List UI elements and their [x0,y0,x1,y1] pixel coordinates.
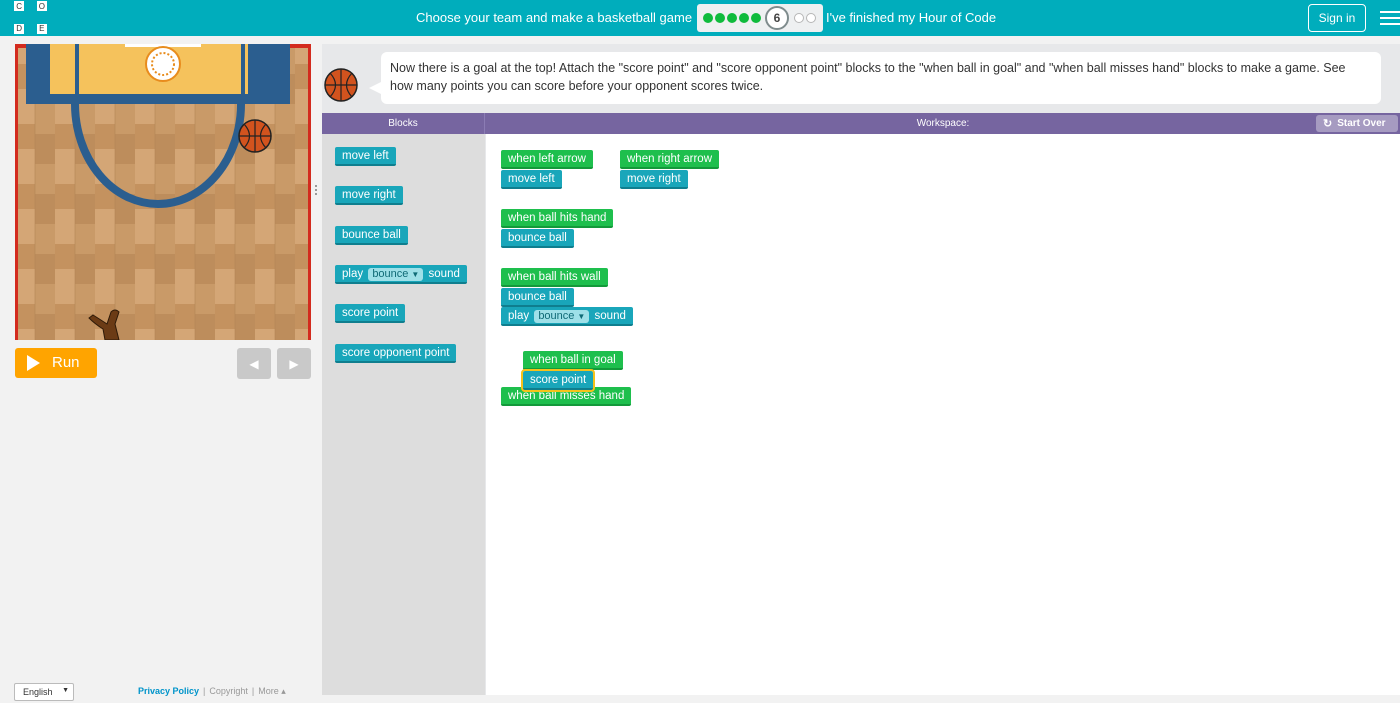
logo-letter-o: O [36,1,47,12]
run-button[interactable]: Run [15,348,97,378]
game-canvas[interactable] [15,44,311,340]
step-back-button[interactable]: ◀ [237,348,271,379]
lesson-title: Choose your team and make a basketball g… [416,10,693,25]
run-label: Run [52,354,80,371]
hamburger-icon[interactable] [1380,11,1400,27]
language-value: English [23,687,53,697]
when-ball-in-goal-block[interactable]: when ball in goal [523,351,623,370]
more-link[interactable]: More ▴ [258,686,286,696]
level-dot-completed[interactable] [751,13,761,23]
toolbox-score-opponent-point-block[interactable]: score opponent point [335,344,457,363]
level-dot-completed[interactable] [727,13,737,23]
basketball-court [15,44,311,340]
toolbox-score-point-block[interactable]: score point [335,304,406,323]
footer-links: Privacy Policy | Copyright | More ▴ [138,686,286,696]
dropdown-arrow-icon: ▼ [62,687,69,694]
level-dot-completed[interactable] [703,13,713,23]
dropdown-arrow-icon: ▼ [577,312,586,321]
current-level-indicator[interactable]: 6 [765,6,789,30]
workspace-area[interactable] [486,134,1400,695]
blocks-header: Blocks [322,113,485,134]
when-ball-hits-wall-block[interactable]: when ball hits wall [501,268,608,287]
sound-dropdown[interactable]: bounce ▼ [534,310,590,323]
level-dot-empty[interactable] [806,13,816,23]
top-header: C O D E Choose your team and make a bask… [0,0,1400,36]
chevron-left-icon: ◀ [249,356,259,371]
when-right-arrow-block[interactable]: when right arrow [620,150,720,169]
bounce-ball-block[interactable]: bounce ball [501,288,574,307]
level-progress: 6 [697,4,823,32]
play-sound-block[interactable]: play bounce ▼ sound [501,307,633,326]
score-point-block[interactable]: score point [520,369,596,392]
instructions-text: Now there is a goal at the top! Attach t… [390,61,1346,93]
when-left-arrow-block[interactable]: when left arrow [501,150,593,169]
sound-dropdown[interactable]: bounce ▼ [368,268,424,281]
move-left-block[interactable]: move left [501,170,562,189]
play-icon [27,355,40,371]
level-dot-completed[interactable] [715,13,725,23]
finished-hour-of-code-link[interactable]: I've finished my Hour of Code [826,10,996,25]
blocks-toolbox [322,134,485,695]
code-logo[interactable]: C O D E [14,1,47,34]
start-over-label: Start Over [1337,118,1386,129]
logo-letter-e: E [36,23,47,34]
bounce-ball-block[interactable]: bounce ball [501,229,574,248]
when-ball-hits-hand-block[interactable]: when ball hits hand [501,209,614,228]
logo-letter-c: C [14,1,25,12]
level-dot-completed[interactable] [739,13,749,23]
start-over-button[interactable]: ↻ Start Over [1316,115,1398,132]
resize-grip[interactable] [315,185,319,199]
move-right-block[interactable]: move right [620,170,688,189]
level-dot-empty[interactable] [794,13,804,23]
toolbox-move-right-block[interactable]: move right [335,186,403,205]
privacy-policy-link[interactable]: Privacy Policy [138,686,199,696]
copyright-link[interactable]: Copyright [209,686,248,696]
instructions-bubble: Now there is a goal at the top! Attach t… [369,52,1381,104]
sign-in-button[interactable]: Sign in [1308,4,1366,32]
basketball-avatar-icon [323,67,359,103]
language-select[interactable]: English ▼ [14,683,74,701]
dropdown-arrow-icon: ▼ [411,270,420,279]
restart-icon: ↻ [1323,118,1333,130]
toolbox-bounce-ball-block[interactable]: bounce ball [335,226,408,245]
step-forward-button[interactable]: ▶ [277,348,311,379]
toolbox-play-sound-block[interactable]: play bounce ▼ sound [335,265,467,284]
workspace-header: Workspace: [916,118,970,129]
logo-letter-d: D [14,23,25,34]
toolbox-move-left-block[interactable]: move left [335,147,396,166]
headers-bar: Blocks Workspace: [322,113,1400,134]
chevron-right-icon: ▶ [289,356,299,371]
